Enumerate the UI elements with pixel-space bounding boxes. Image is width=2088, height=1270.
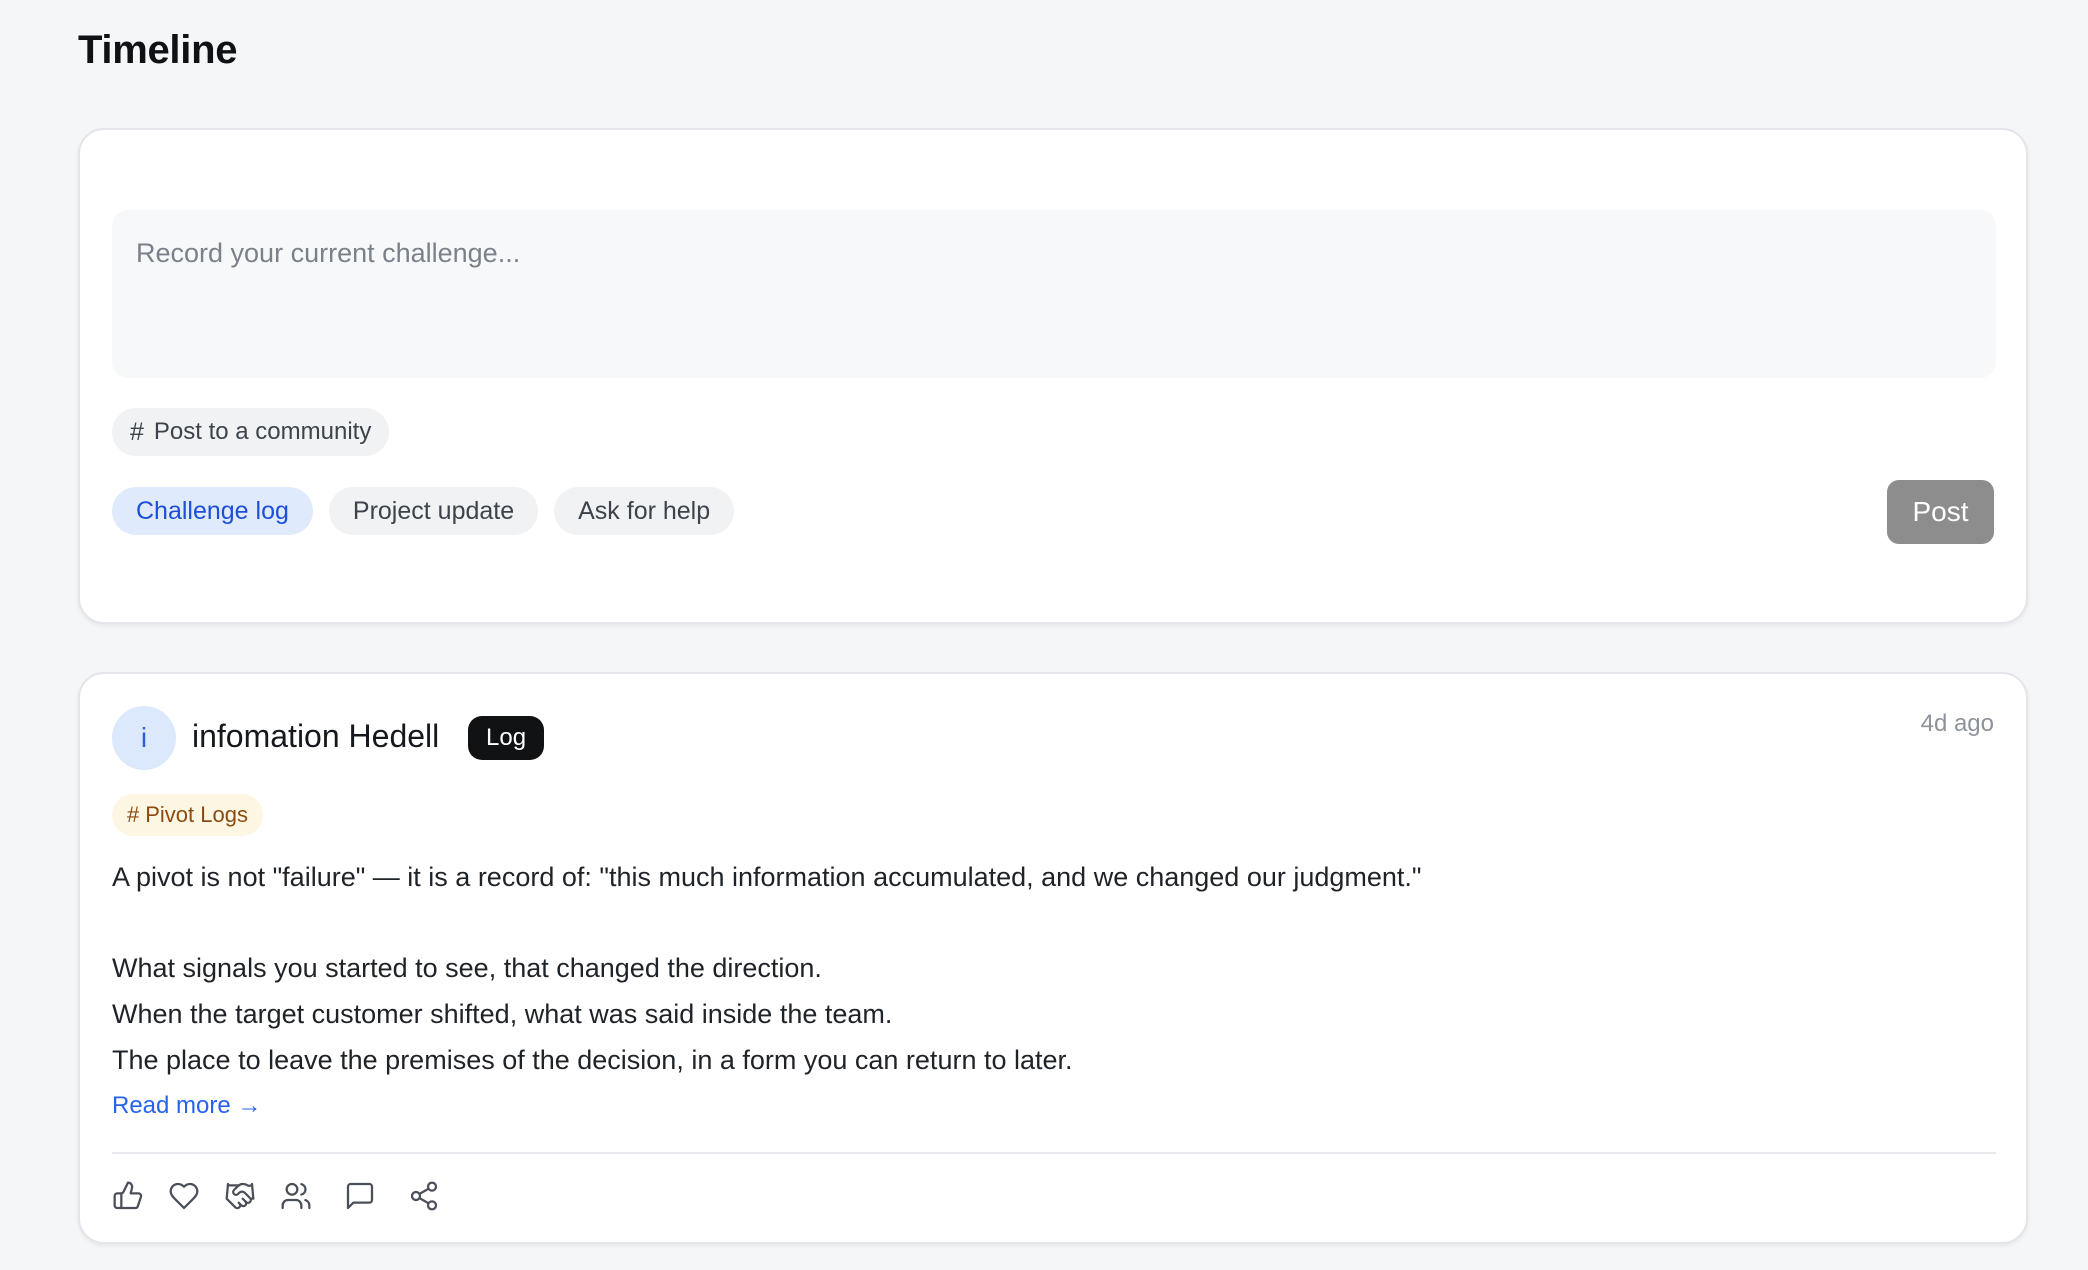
hash-icon: #	[127, 802, 140, 827]
post-button[interactable]: Post	[1887, 480, 1994, 544]
challenge-input[interactable]	[112, 210, 1996, 378]
heart-icon	[169, 1182, 199, 1210]
comment-button[interactable]	[340, 1176, 380, 1216]
share-button[interactable]	[404, 1176, 444, 1216]
post-type-selector: Challenge log Project update Ask for hel…	[112, 487, 735, 535]
like-button[interactable]	[108, 1176, 148, 1216]
community-tag-label: Pivot Logs	[145, 802, 248, 827]
post-type-challenge-log[interactable]: Challenge log	[112, 487, 313, 535]
timeline-page: Timeline # Post to a community Challenge…	[0, 0, 2088, 1270]
post-type-ask-for-help[interactable]: Ask for help	[554, 487, 735, 535]
author-name[interactable]: infomation Hedell	[192, 718, 439, 755]
post-type-badge: Log	[468, 716, 545, 760]
hash-icon: #	[130, 417, 144, 446]
post-body: A pivot is not "failure" — it is a recor…	[112, 854, 1992, 1083]
post-body-line: When the target customer shifted, what w…	[112, 999, 893, 1029]
post-composer: # Post to a community Challenge log Proj…	[78, 128, 2028, 624]
support-button[interactable]	[220, 1176, 260, 1216]
avatar[interactable]: i	[112, 706, 176, 770]
timeline-post: i infomation Hedell Log 4d ago # Pivot L…	[78, 672, 2028, 1244]
users-icon	[281, 1182, 311, 1210]
read-more-link[interactable]: Read more →	[112, 1092, 261, 1120]
favorite-button[interactable]	[164, 1176, 204, 1216]
post-to-community-button[interactable]: # Post to a community	[112, 408, 390, 456]
share-icon	[410, 1181, 438, 1211]
comment-icon	[346, 1182, 374, 1210]
community-chip-label: Post to a community	[153, 418, 372, 445]
post-actions	[108, 1176, 460, 1216]
page-title: Timeline	[78, 28, 238, 72]
post-body-line: The place to leave the premises of the d…	[112, 1045, 1073, 1075]
post-body-line: What signals you started to see, that ch…	[112, 953, 822, 983]
post-type-project-update[interactable]: Project update	[328, 487, 539, 535]
handshake-icon	[225, 1182, 255, 1210]
community-button[interactable]	[276, 1176, 316, 1216]
thumbs-up-icon	[113, 1181, 143, 1210]
divider	[112, 1152, 1996, 1154]
post-timestamp: 4d ago	[1920, 710, 1994, 737]
post-body-line: A pivot is not "failure" — it is a recor…	[112, 862, 1422, 892]
community-tag[interactable]: # Pivot Logs	[112, 794, 263, 836]
